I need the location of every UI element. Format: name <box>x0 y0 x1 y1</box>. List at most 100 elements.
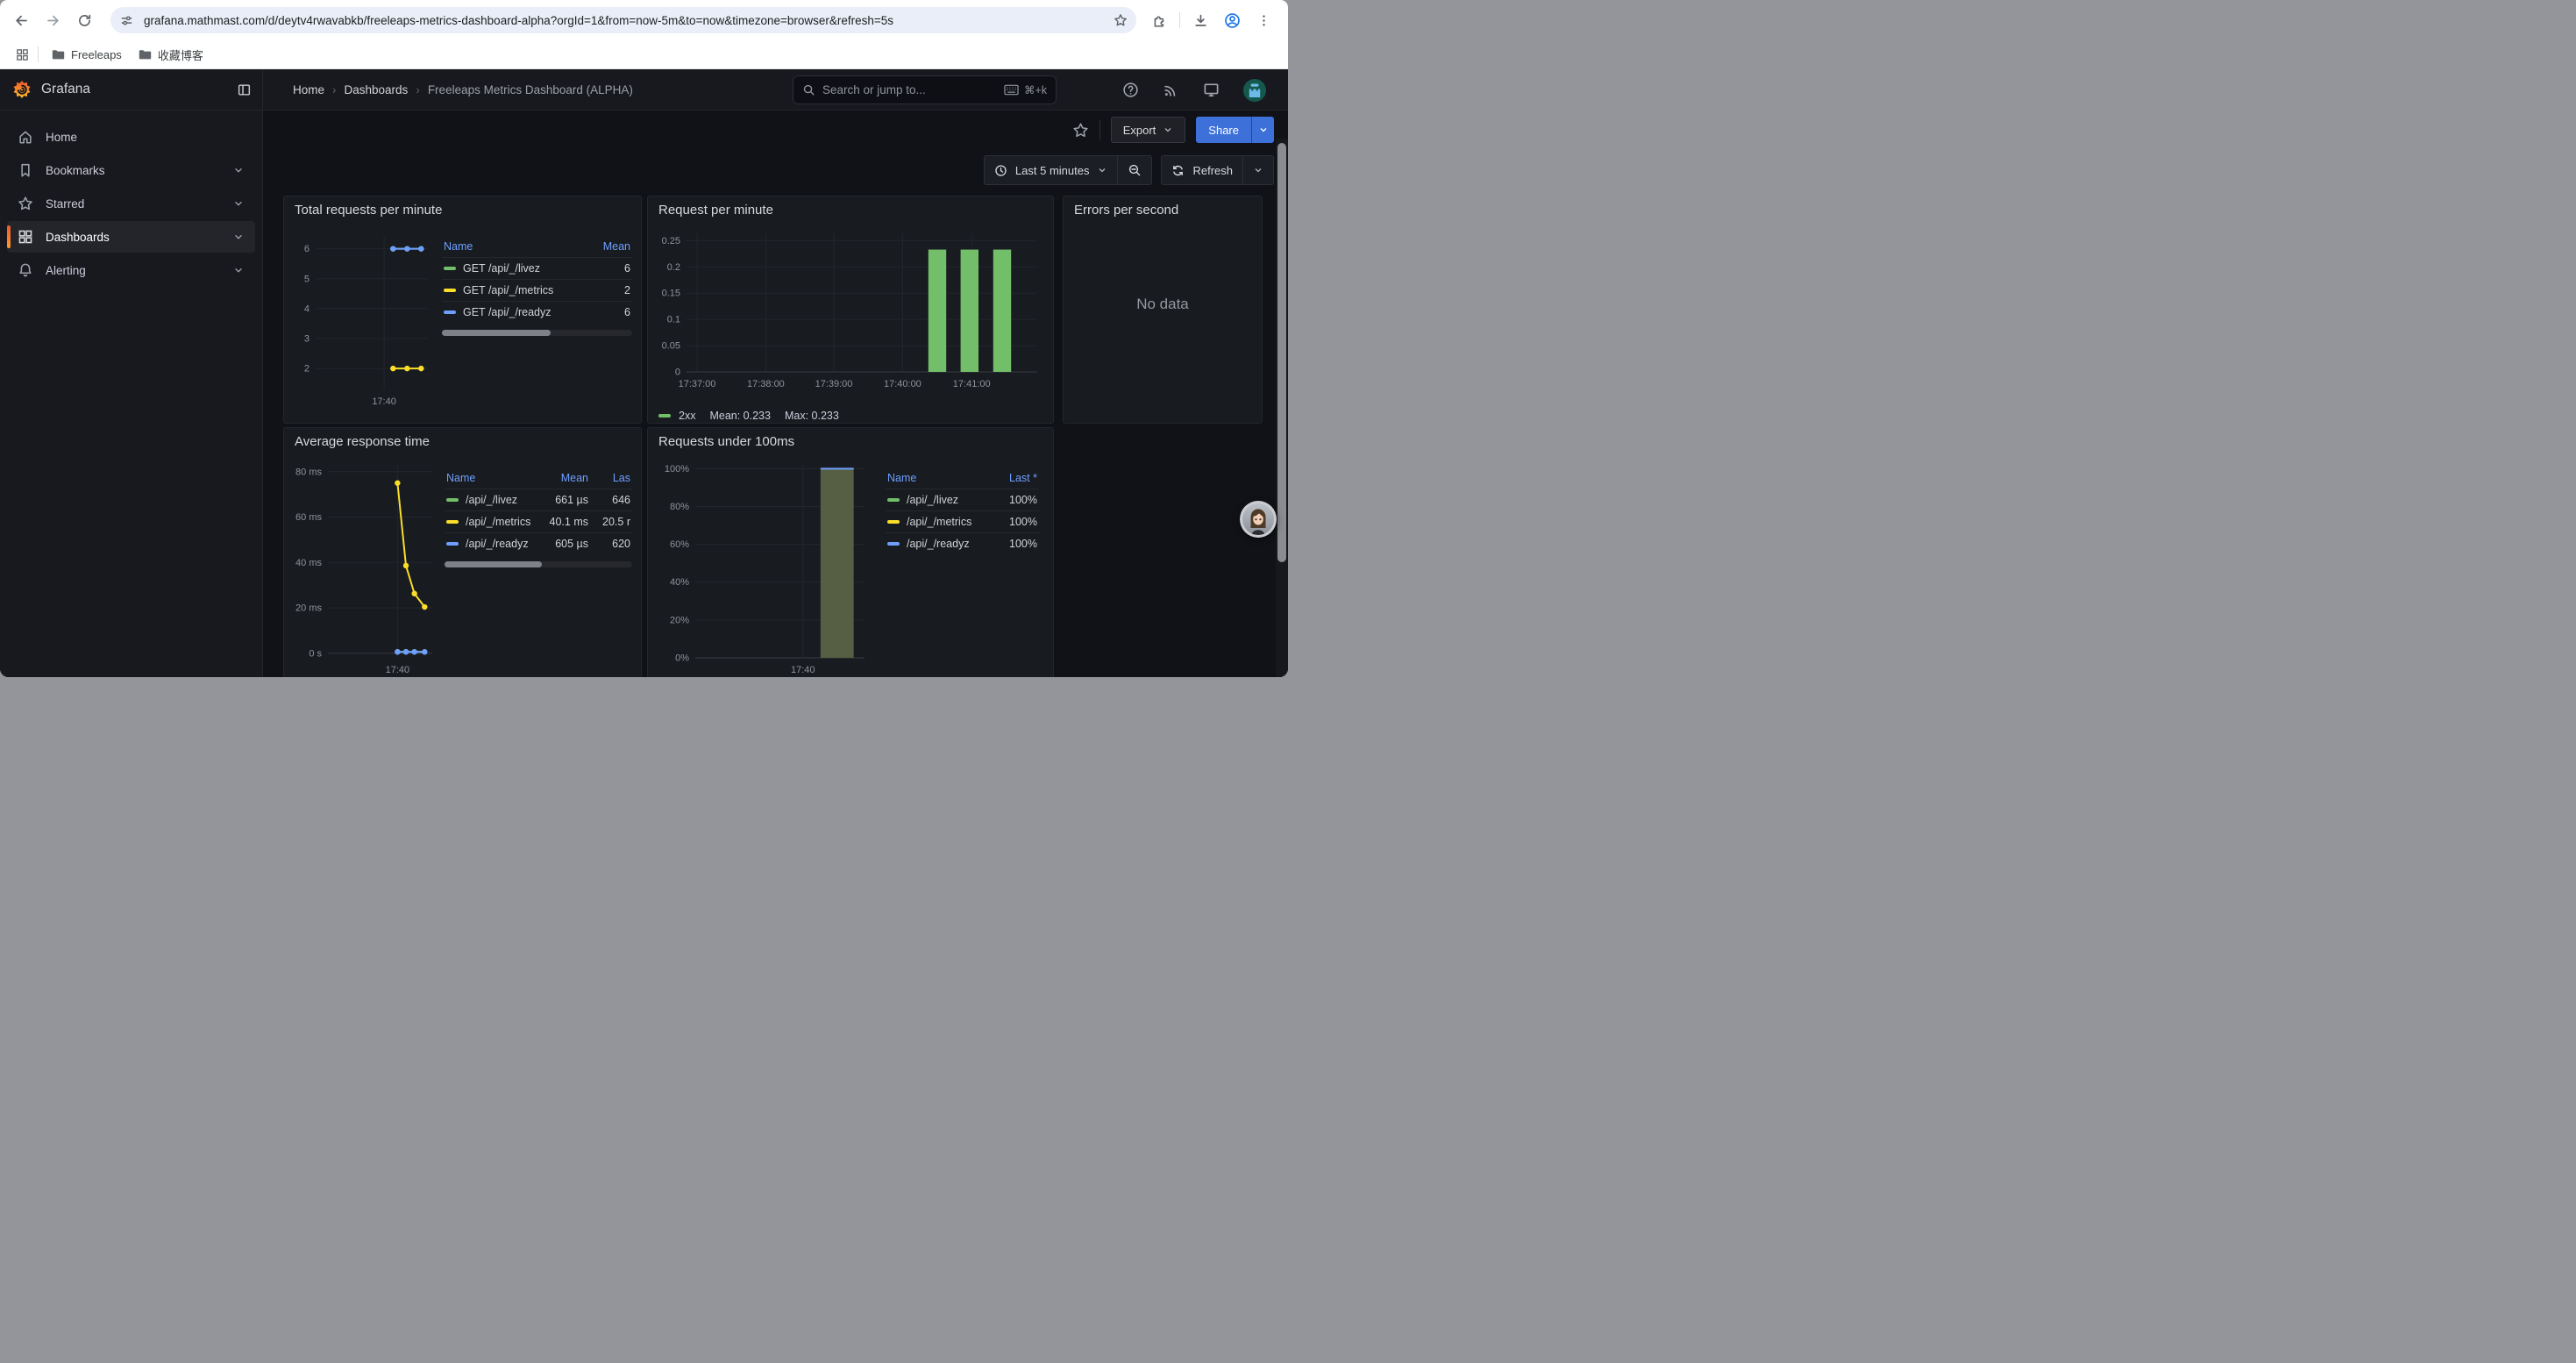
sidebar-item-starred[interactable]: Starred <box>7 188 255 219</box>
sidebar-item-dashboards[interactable]: Dashboards <box>7 221 255 253</box>
share-menu-button[interactable] <box>1251 117 1274 143</box>
panel-title[interactable]: Average response time <box>284 428 641 454</box>
folder-icon <box>51 47 65 61</box>
user-avatar[interactable] <box>1243 79 1266 102</box>
user-avatar-image <box>1243 79 1266 102</box>
svg-text:17:40: 17:40 <box>372 396 396 407</box>
legend-col-name[interactable]: Name <box>887 472 978 484</box>
reload-button[interactable] <box>68 4 100 36</box>
time-range-picker[interactable]: Last 5 minutes <box>985 156 1118 184</box>
star-icon <box>18 196 33 211</box>
legend-col-last[interactable]: Las <box>595 472 630 484</box>
grafana-app: Grafana Home › Dashboards › Freeleaps Me… <box>0 69 1288 677</box>
search-box[interactable]: Search or jump to... ⌘+k <box>793 75 1057 104</box>
svg-text:40%: 40% <box>670 577 689 588</box>
share-button[interactable]: Share <box>1196 117 1251 143</box>
panel-errors-per-second: Errors per second No data <box>1063 196 1263 424</box>
news-rss-button[interactable] <box>1163 82 1179 98</box>
legend-header: Name Mean Las <box>445 467 632 489</box>
panel-requests-under-100ms: Requests under 100ms 17:40100%80%60%40%2… <box>647 427 1054 677</box>
legend-row[interactable]: /api/_/metrics 40.1 ms 20.5 r <box>445 510 632 532</box>
panel-title[interactable]: Total requests per minute <box>284 196 641 223</box>
url-bar[interactable] <box>110 7 1136 33</box>
legend-row[interactable]: GET /api/_/readyz 6 <box>442 301 632 323</box>
bookmark-icon <box>18 162 33 178</box>
svg-text:40 ms: 40 ms <box>295 558 322 568</box>
refresh-label: Refresh <box>1192 164 1233 177</box>
chevron-down-icon <box>1163 125 1173 135</box>
monitor-button[interactable] <box>1203 82 1220 98</box>
legend-row[interactable]: /api/_/metrics 100% <box>886 510 1039 532</box>
legend-col-last[interactable]: Last * <box>985 472 1037 484</box>
profile-button[interactable] <box>1216 4 1248 36</box>
legend-row[interactable]: /api/_/livez 100% <box>886 489 1039 510</box>
extensions-button[interactable] <box>1143 4 1175 36</box>
svg-text:17:39:00: 17:39:00 <box>815 379 853 389</box>
site-settings-tune-icon[interactable] <box>115 9 138 32</box>
browser-chrome: Freeleaps 收藏博客 <box>0 0 1288 69</box>
svg-text:17:40: 17:40 <box>791 665 815 675</box>
legend-col-name[interactable]: Name <box>446 472 530 484</box>
window-scrollbar[interactable] <box>1276 139 1288 677</box>
svg-text:0: 0 <box>675 368 680 378</box>
reload-icon <box>77 13 92 28</box>
breadcrumb-home[interactable]: Home <box>293 83 324 96</box>
breadcrumb-dashboards[interactable]: Dashboards <box>345 83 409 96</box>
no-data-message: No data <box>1064 223 1262 385</box>
legend-row[interactable]: /api/_/readyz 605 µs 620 <box>445 532 632 554</box>
home-icon <box>18 129 33 145</box>
bookmark-folder-blogs[interactable]: 收藏博客 <box>130 44 211 65</box>
refresh-button[interactable]: Refresh <box>1162 156 1242 184</box>
export-button[interactable]: Export <box>1111 117 1186 143</box>
back-button[interactable] <box>5 4 37 36</box>
browser-menu-button[interactable] <box>1248 4 1279 36</box>
panel-title[interactable]: Request per minute <box>648 196 1053 223</box>
downloads-button[interactable] <box>1185 4 1216 36</box>
toolbar-divider <box>1179 12 1180 28</box>
help-button[interactable] <box>1122 82 1139 98</box>
panel-title[interactable]: Errors per second <box>1064 196 1262 223</box>
scrollbar-thumb[interactable] <box>1277 143 1286 562</box>
browser-toolbar <box>0 0 1288 40</box>
legend-col-mean[interactable]: Mean <box>537 472 588 484</box>
sidebar-item-bookmarks[interactable]: Bookmarks <box>7 154 255 186</box>
average-response-time-chart[interactable]: 17:4080 ms60 ms40 ms20 ms0 s <box>293 454 438 677</box>
svg-text:0.25: 0.25 <box>662 236 680 246</box>
back-arrow-icon <box>14 13 29 28</box>
legend-table: Name Mean Las /api/_/livez 661 µs 646 /a… <box>445 467 632 567</box>
legend-row[interactable]: GET /api/_/metrics 2 <box>442 279 632 301</box>
legend-row[interactable]: /api/_/readyz 100% <box>886 532 1039 554</box>
legend-col-name[interactable]: Name <box>444 240 580 253</box>
assistant-avatar-bubble[interactable] <box>1240 501 1277 538</box>
legend-scrollbar[interactable] <box>445 561 632 567</box>
sidebar-item-label: Bookmarks <box>46 164 105 177</box>
legend-col-mean[interactable]: Mean <box>587 240 630 253</box>
bookmark-folder-freeleaps[interactable]: Freeleaps <box>43 44 130 65</box>
refresh-interval-button[interactable] <box>1242 156 1273 184</box>
total-requests-chart[interactable]: 17:4065432 <box>293 223 433 410</box>
sidebar-toggle-button[interactable] <box>237 82 252 97</box>
panel-title[interactable]: Requests under 100ms <box>648 428 1053 454</box>
forward-button[interactable] <box>37 4 68 36</box>
requests-under-100ms-chart[interactable]: 17:40100%80%60%40%20%0% <box>657 454 872 677</box>
svg-text:20 ms: 20 ms <box>295 603 322 614</box>
sidebar-item-alerting[interactable]: Alerting <box>7 254 255 286</box>
breadcrumb-separator: › <box>332 83 337 96</box>
zoom-out-button[interactable] <box>1117 156 1151 184</box>
legend-row[interactable]: /api/_/livez 661 µs 646 <box>445 489 632 510</box>
svg-text:20%: 20% <box>670 615 689 625</box>
legend-series-name[interactable]: 2xx <box>679 410 695 422</box>
sidebar-item-label: Dashboards <box>46 231 110 244</box>
grafana-logo-icon <box>12 80 32 99</box>
keyboard-icon <box>1004 83 1019 96</box>
request-per-minute-chart[interactable]: 17:37:0017:38:0017:39:0017:40:0017:41:00… <box>657 223 1044 396</box>
sidebar-item-home[interactable]: Home <box>7 121 255 153</box>
series-color-pill <box>887 542 900 546</box>
bookmark-star-icon[interactable] <box>1109 9 1132 32</box>
legend-scrollbar[interactable] <box>442 330 632 336</box>
url-input[interactable] <box>138 14 1109 27</box>
favorite-dashboard-button[interactable] <box>1072 122 1089 139</box>
apps-button[interactable] <box>11 43 33 66</box>
time-range-label: Last 5 minutes <box>1015 164 1090 177</box>
legend-row[interactable]: GET /api/_/livez 6 <box>442 257 632 279</box>
